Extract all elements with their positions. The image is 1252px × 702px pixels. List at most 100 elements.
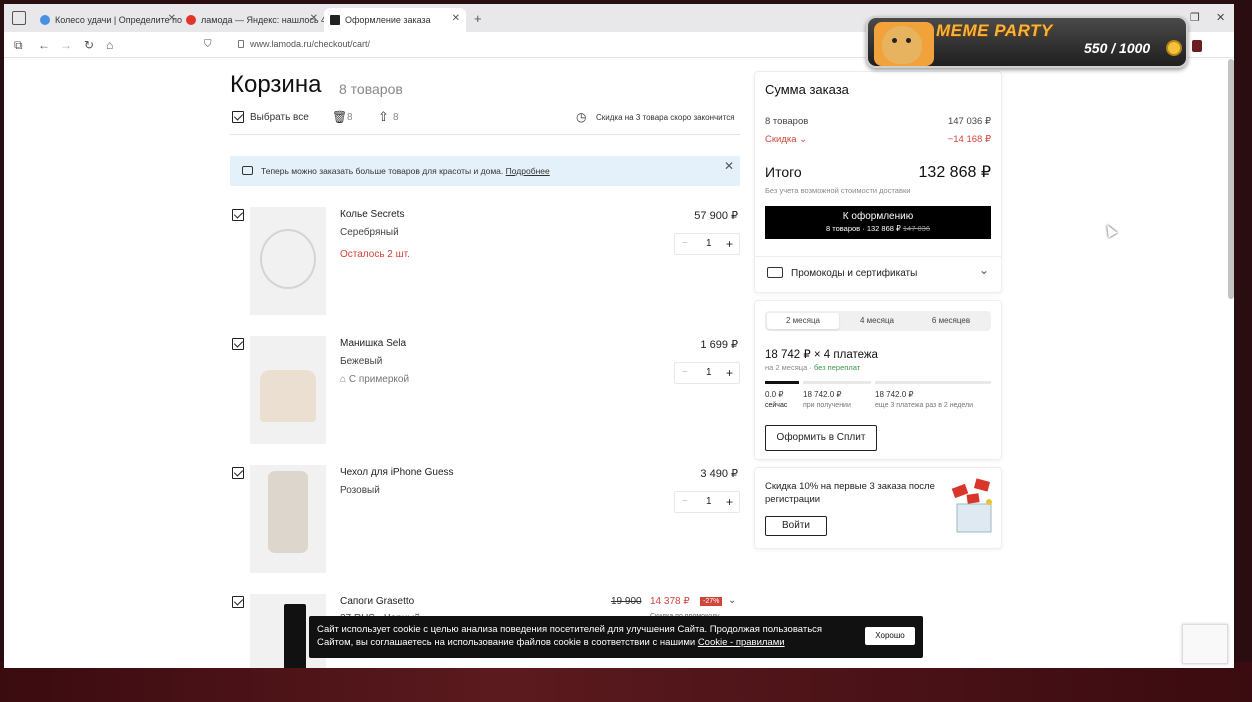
qty-value: 1 xyxy=(706,496,712,507)
product-image[interactable] xyxy=(250,207,326,315)
split-payment-card: 2 месяца 4 месяца 6 месяцев 18 742 ₽ × 4… xyxy=(754,300,1002,460)
product-color: Серебряный xyxy=(340,227,399,238)
tab-list-icon[interactable] xyxy=(12,11,26,25)
tab-yandex[interactable]: ламода — Яндекс: нашлось 45 ✕ xyxy=(180,8,324,32)
stock-warning: Осталось 2 шт. xyxy=(340,249,410,260)
reload-icon[interactable]: ↻ xyxy=(84,38,94,52)
product-name[interactable]: Манишка Sela xyxy=(340,338,406,349)
delivery-note: Без учета возможной стоимости доставки xyxy=(765,186,911,195)
tab-close-icon[interactable]: ✕ xyxy=(168,13,176,24)
item-checkbox[interactable] xyxy=(232,338,244,350)
extension-icon[interactable] xyxy=(1192,40,1202,52)
product-price: 3 490 ₽ xyxy=(700,468,738,480)
registration-promo-card: Скидка 10% на первые 3 заказа после реги… xyxy=(754,467,1002,549)
coin-icon xyxy=(1166,40,1182,56)
tab-2-months[interactable]: 2 месяца xyxy=(767,313,839,329)
registration-promo-text: Скидка 10% на первые 3 заказа после реги… xyxy=(765,481,935,505)
items-total: 147 036 ₽ xyxy=(947,116,991,127)
chevron-down-icon: ⌄ xyxy=(978,263,989,277)
close-icon[interactable]: ✕ xyxy=(724,159,734,173)
product-name[interactable]: Колье Secrets xyxy=(340,209,404,220)
recaptcha-badge[interactable] xyxy=(1182,624,1228,664)
tab-koleso[interactable]: Колесо удачи | Определите по ✕ xyxy=(34,8,182,32)
tab-close-icon[interactable]: ✕ xyxy=(452,13,460,24)
order-summary-card: Сумма заказа 8 товаров 147 036 ₽ Скидка … xyxy=(754,71,1002,293)
product-color: Бежевый xyxy=(340,356,383,367)
cookie-accept-button[interactable]: Хорошо xyxy=(865,627,915,645)
product-name[interactable]: Сапоги Grasetto xyxy=(340,596,414,607)
discount-badge: -27% xyxy=(700,597,723,606)
browser-window: Колесо удачи | Определите по ✕ ламода — … xyxy=(4,4,1234,668)
cookie-banner: Сайт использует cookie с целью анализа п… xyxy=(309,616,923,658)
new-tab-icon[interactable]: + xyxy=(474,11,482,26)
tab-close-icon[interactable]: ✕ xyxy=(310,13,318,24)
checkout-button[interactable]: К оформлению 8 товаров · 132 868 ₽ 147 0… xyxy=(765,206,991,239)
forward-icon[interactable]: → xyxy=(60,38,72,52)
qty-minus-button[interactable]: − xyxy=(682,496,688,507)
chevron-down-icon[interactable]: ⌄ xyxy=(728,595,736,606)
product-image[interactable] xyxy=(250,336,326,444)
necklace-image xyxy=(260,229,316,289)
qty-plus-button[interactable]: + xyxy=(726,366,733,380)
cookie-rules-link[interactable]: Cookie - правилами xyxy=(698,637,785,648)
clock-icon: ◷ xyxy=(576,110,587,124)
qty-minus-button[interactable]: − xyxy=(682,238,688,249)
page-content: Корзина 8 товаров Выбрать все 🗑 8 ⇧ 8 ◷ … xyxy=(4,59,1234,668)
home-icon[interactable]: ⌂ xyxy=(106,38,113,52)
progress-segment xyxy=(875,381,991,384)
tab-6-months[interactable]: 6 месяцев xyxy=(915,313,987,329)
cart-item: Колье Secrets Серебряный Осталось 2 шт. … xyxy=(230,207,740,327)
sidebar-icon[interactable]: ⧉ xyxy=(14,38,23,53)
back-icon[interactable]: ← xyxy=(38,38,50,52)
share-icon[interactable]: ⇧ xyxy=(378,109,389,125)
total-label: Итого xyxy=(765,164,802,180)
doge-avatar xyxy=(874,22,934,66)
sweater-image xyxy=(260,370,316,422)
split-checkout-button[interactable]: Оформить в Сплит xyxy=(765,425,877,451)
split-headline: 18 742 ₽ × 4 платежа xyxy=(765,349,878,361)
banner-more-link[interactable]: Подробнее xyxy=(506,166,550,176)
close-window-icon[interactable]: ✕ xyxy=(1216,11,1225,24)
boot-image xyxy=(284,604,306,668)
select-all-label[interactable]: Выбрать все xyxy=(250,112,309,123)
item-checkbox[interactable] xyxy=(232,467,244,479)
discount-notice: Скидка на 3 товара скоро закончится xyxy=(596,113,735,122)
restore-icon[interactable]: ❐ xyxy=(1190,11,1200,24)
progress-segment xyxy=(803,381,871,384)
hanger-icon: ⌂ xyxy=(340,374,349,385)
item-checkbox[interactable] xyxy=(232,209,244,221)
coupon-icon xyxy=(767,267,783,278)
total-value: 132 868 ₽ xyxy=(918,164,991,181)
fitting-note: С примеркой xyxy=(348,374,410,385)
tab-favicon-icon xyxy=(330,15,340,25)
page-title: Корзина xyxy=(230,71,322,98)
desktop-background xyxy=(0,662,1252,702)
promo-codes-row[interactable]: Промокоды и сертификаты ⌄ xyxy=(755,256,1001,292)
qty-minus-button[interactable]: − xyxy=(682,367,688,378)
item-checkbox[interactable] xyxy=(232,596,244,608)
lock-icon xyxy=(238,40,244,48)
tab-checkout[interactable]: Оформление заказа ✕ xyxy=(324,8,466,32)
phone-case-image xyxy=(268,471,308,553)
gift-illustration xyxy=(951,478,992,533)
quantity-stepper: − 1 + xyxy=(674,491,740,513)
page-scrollbar[interactable] xyxy=(1228,59,1234,299)
cart-item: Манишка Sela Бежевый ⌂ С примеркой 1 699… xyxy=(230,336,740,456)
login-button[interactable]: Войти xyxy=(765,516,827,536)
tab-favicon-icon xyxy=(186,15,196,25)
trash-icon[interactable]: 🗑 xyxy=(332,110,347,124)
url-field[interactable]: www.lamoda.ru/checkout/cart/ xyxy=(238,39,370,49)
old-price: 19 900 xyxy=(611,596,642,607)
qty-plus-button[interactable]: + xyxy=(726,495,733,509)
discount-toggle[interactable]: Скидка ⌄ xyxy=(765,134,807,145)
select-all-checkbox[interactable] xyxy=(232,111,244,123)
meme-party-widget[interactable]: MEME PARTY 550 / 1000 xyxy=(866,16,1188,68)
tab-4-months[interactable]: 4 месяца xyxy=(841,313,913,329)
product-image[interactable] xyxy=(250,465,326,573)
quantity-stepper: − 1 + xyxy=(674,362,740,384)
qty-plus-button[interactable]: + xyxy=(726,237,733,251)
quantity-stepper: − 1 + xyxy=(674,233,740,255)
box-icon xyxy=(242,166,253,175)
shield-icon[interactable]: ⛉ xyxy=(204,39,212,50)
product-name[interactable]: Чехол для iPhone Guess xyxy=(340,467,454,478)
